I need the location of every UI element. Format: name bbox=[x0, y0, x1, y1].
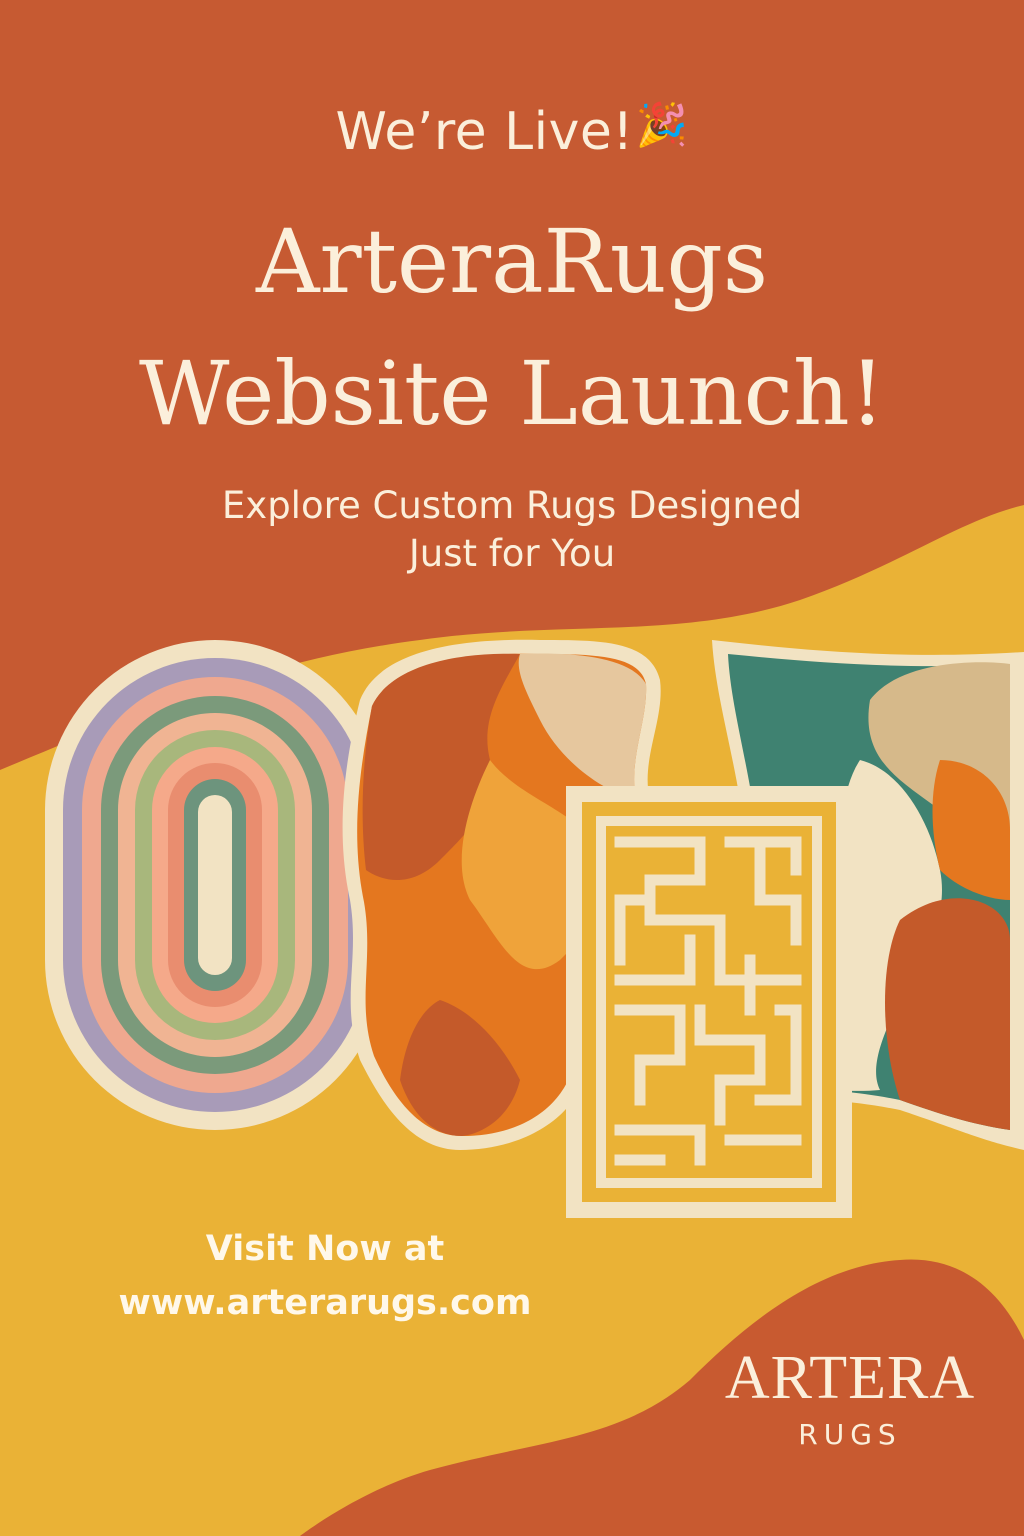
call-to-action: Visit Now at www.arterarugs.com bbox=[0, 1222, 650, 1331]
subtitle-line-2: Just for You bbox=[408, 532, 616, 576]
title-line-2: Website Launch! bbox=[139, 342, 885, 445]
brand-logo-subline: RUGS bbox=[798, 1418, 902, 1451]
maze-rug bbox=[566, 786, 852, 1218]
prefix-text: We’re Live! bbox=[335, 102, 634, 162]
launch-prefix: We’re Live!🎉 bbox=[0, 100, 1024, 162]
party-popper-icon: 🎉 bbox=[635, 100, 689, 149]
title-line-1: ArteraRugs bbox=[255, 210, 768, 313]
brand-logo-wordmark: ARTERA bbox=[724, 1344, 976, 1412]
oval-rainbow-rug bbox=[45, 640, 385, 1130]
subtitle: Explore Custom Rugs Designed Just for Yo… bbox=[0, 482, 1024, 578]
cta-line-1: Visit Now at bbox=[205, 1229, 445, 1269]
website-link[interactable]: www.arterarugs.com bbox=[0, 1276, 650, 1330]
subtitle-line-1: Explore Custom Rugs Designed bbox=[221, 484, 803, 527]
